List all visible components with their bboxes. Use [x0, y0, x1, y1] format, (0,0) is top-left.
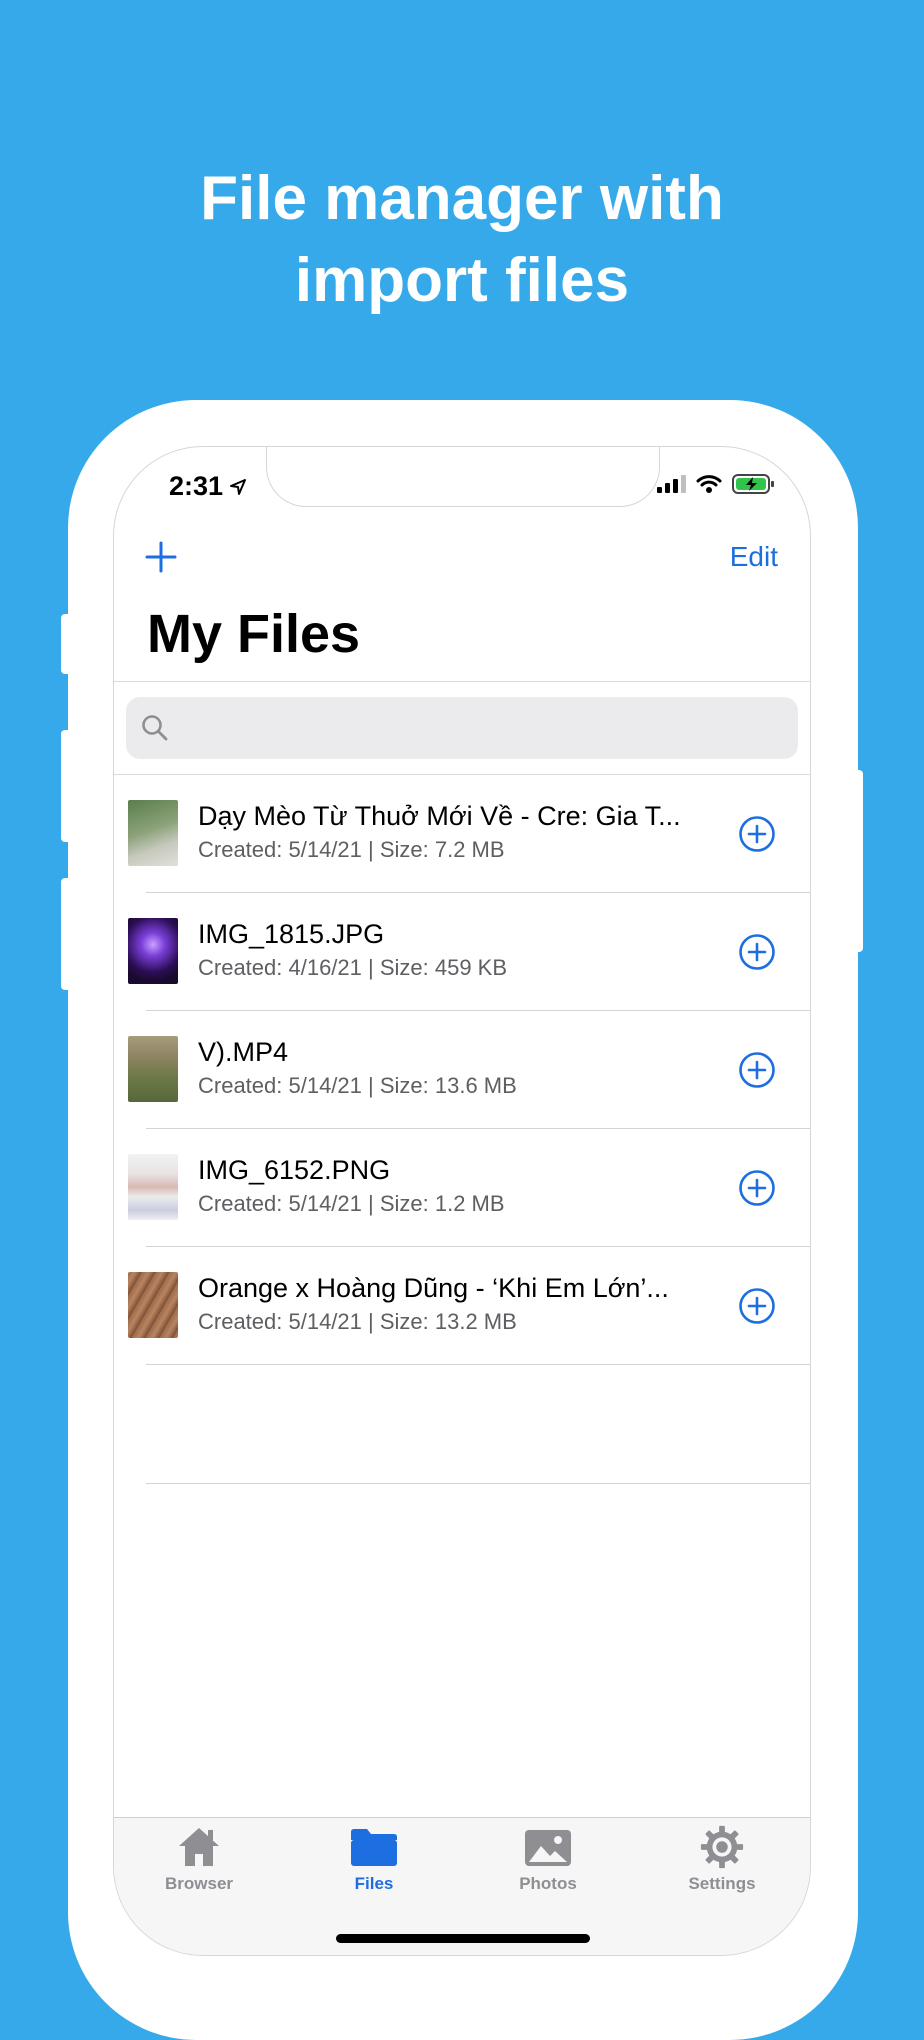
add-circle-icon[interactable] — [738, 1169, 776, 1207]
row-separator — [146, 1364, 810, 1365]
page-title: My Files — [147, 604, 361, 664]
file-meta: Created: 4/16/21 | Size: 459 KB — [198, 955, 508, 980]
edit-button[interactable]: Edit — [730, 541, 778, 573]
file-row[interactable]: Dạy Mèo Từ Thuở Mới Về - Cre: Gia T... C… — [114, 775, 810, 893]
home-icon — [179, 1828, 219, 1866]
file-row[interactable]: Orange x Hoàng Dũng - ‘Khi Em Lớn’... Cr… — [114, 1247, 810, 1365]
add-circle-icon[interactable] — [738, 1051, 776, 1089]
file-thumbnail — [128, 800, 178, 866]
tab-settings-label: Settings — [688, 1874, 756, 1893]
gear-icon — [700, 1825, 744, 1869]
add-circle-icon[interactable] — [738, 815, 776, 853]
notch — [266, 447, 660, 507]
status-time: 2:31 — [169, 471, 247, 502]
file-row[interactable]: IMG_1815.JPG Created: 4/16/21 | Size: 45… — [114, 893, 810, 1011]
battery-charging-icon — [732, 474, 774, 494]
file-meta: Created: 5/14/21 | Size: 13.6 MB — [198, 1073, 517, 1098]
tab-photos[interactable]: Photos — [478, 1824, 618, 1894]
search-bar[interactable] — [126, 697, 798, 759]
plus-icon — [145, 541, 177, 573]
header-divider — [114, 681, 810, 682]
folder-icon — [351, 1829, 397, 1866]
file-name: V).MP4 — [198, 1037, 289, 1067]
tab-photos-label: Photos — [519, 1874, 577, 1893]
add-file-button[interactable] — [144, 537, 192, 585]
tab-files-label: Files — [354, 1874, 394, 1893]
tab-settings[interactable]: Settings — [652, 1824, 792, 1894]
file-thumbnail — [128, 1154, 178, 1220]
tab-files[interactable]: Files — [304, 1824, 444, 1894]
tab-browser[interactable]: Browser — [129, 1824, 269, 1894]
add-circle-icon[interactable] — [738, 1287, 776, 1325]
file-meta: Created: 5/14/21 | Size: 7.2 MB — [198, 837, 505, 862]
home-indicator[interactable] — [336, 1934, 590, 1943]
headline-line-1: File manager with — [200, 164, 724, 233]
file-thumbnail — [128, 1272, 178, 1338]
file-row[interactable]: IMG_6152.PNG Created: 5/14/21 | Size: 1.… — [114, 1129, 810, 1247]
promo-headline: File manager with import files — [0, 158, 924, 322]
phone-screen: 2:31 Edit My Files Dạy Mèo Từ Thuở Mới V… — [113, 446, 811, 1956]
file-name: Dạy Mèo Từ Thuở Mới Về - Cre: Gia T... — [198, 801, 681, 831]
empty-row-separator — [146, 1483, 810, 1484]
file-name: IMG_6152.PNG — [198, 1155, 391, 1185]
file-thumbnail — [128, 918, 178, 984]
file-name: Orange x Hoàng Dũng - ‘Khi Em Lớn’... — [198, 1273, 669, 1303]
photo-icon — [525, 1830, 571, 1866]
status-icons — [657, 473, 776, 495]
search-input[interactable] — [178, 697, 778, 759]
tab-browser-label: Browser — [164, 1874, 234, 1893]
file-list: Dạy Mèo Từ Thuở Mới Về - Cre: Gia T... C… — [114, 775, 810, 1365]
status-time-text: 2:31 — [169, 471, 224, 501]
file-thumbnail — [128, 1036, 178, 1102]
add-circle-icon[interactable] — [738, 933, 776, 971]
file-meta: Created: 5/14/21 | Size: 13.2 MB — [198, 1309, 517, 1334]
file-row[interactable]: V).MP4 Created: 5/14/21 | Size: 13.6 MB — [114, 1011, 810, 1129]
headline-line-2: import files — [294, 246, 630, 315]
file-name: IMG_1815.JPG — [198, 919, 385, 949]
file-meta: Created: 5/14/21 | Size: 1.2 MB — [198, 1191, 505, 1216]
location-arrow-icon — [230, 478, 247, 495]
search-icon — [142, 715, 168, 741]
wifi-icon — [696, 475, 722, 493]
cellular-signal-icon — [657, 475, 686, 493]
